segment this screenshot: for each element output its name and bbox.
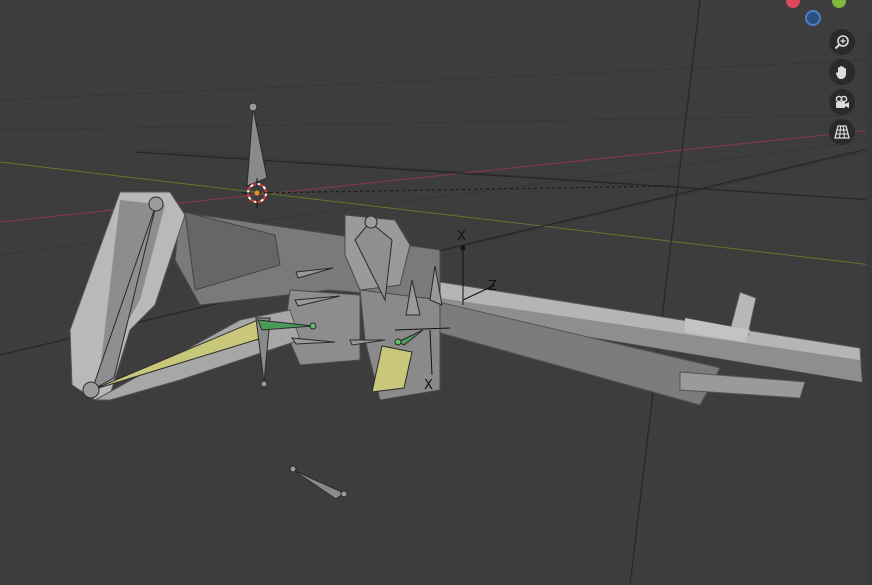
3d-viewport[interactable]: X Z X <box>0 0 872 585</box>
empty-label-x: X <box>457 229 466 244</box>
zoom-button[interactable] <box>829 29 855 55</box>
relationship-line <box>257 185 673 194</box>
scene-canvas[interactable]: X Z X <box>0 0 872 585</box>
camera-view-icon <box>835 95 849 108</box>
perspective-toggle-button[interactable] <box>829 119 855 145</box>
gizmo-z-dot[interactable] <box>805 10 821 26</box>
bone <box>246 107 268 187</box>
grid-line-dark <box>629 0 701 585</box>
right-edge-panel-tab[interactable] <box>866 30 872 585</box>
zoom-in-icon <box>834 35 849 50</box>
pan-button[interactable] <box>829 59 855 85</box>
bone <box>292 469 345 500</box>
camera-view-button[interactable] <box>829 89 855 115</box>
3d-cursor[interactable] <box>242 178 272 208</box>
hand-pan-icon <box>835 66 846 79</box>
empty-label-z: Z <box>488 279 497 294</box>
perspective-grid-icon <box>834 125 850 139</box>
empty-label-x: X <box>424 378 433 393</box>
